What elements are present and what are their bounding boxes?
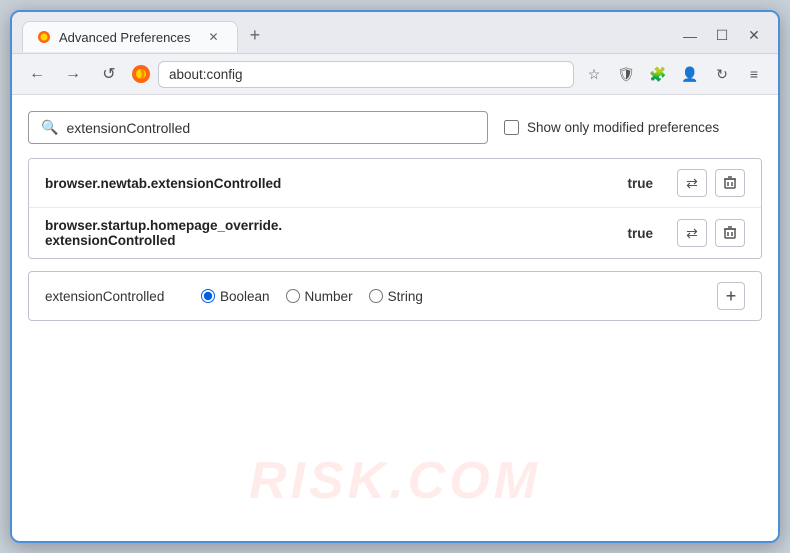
- reload-button[interactable]: ↺: [94, 59, 124, 89]
- pref-name-line2: extensionControlled: [45, 233, 176, 248]
- address-text: about:config: [169, 67, 243, 82]
- toolbar-icons: ☆ 🛡 🧩 👤 ↻ ≡: [580, 60, 768, 88]
- table-row: browser.newtab.extensionControlled true …: [29, 159, 761, 208]
- bookmark-icon[interactable]: ☆: [580, 60, 608, 88]
- reset-button[interactable]: ⇄: [677, 169, 707, 197]
- modified-only-text: Show only modified preferences: [527, 120, 719, 135]
- content-area: RISK.COM 🔍 Show only modified preference…: [12, 95, 778, 541]
- title-bar: Advanced Preferences ✕ + — ☐ ✕: [12, 12, 778, 54]
- close-button[interactable]: ✕: [740, 22, 768, 50]
- profile-icon[interactable]: 👤: [676, 60, 704, 88]
- tab-close-button[interactable]: ✕: [205, 28, 223, 46]
- boolean-label: Boolean: [220, 289, 270, 304]
- minimize-button[interactable]: —: [676, 22, 704, 50]
- modified-only-checkbox[interactable]: [504, 120, 519, 135]
- forward-button[interactable]: →: [58, 59, 88, 89]
- radio-group: Boolean Number String: [201, 289, 701, 304]
- string-label: String: [388, 289, 423, 304]
- add-preference-button[interactable]: +: [717, 282, 745, 310]
- search-icon: 🔍: [41, 119, 58, 136]
- number-label: Number: [305, 289, 353, 304]
- pref-value: true: [627, 226, 653, 241]
- modified-only-label[interactable]: Show only modified preferences: [504, 120, 719, 135]
- pref-name-line1: browser.startup.homepage_override.: [45, 218, 282, 233]
- string-radio[interactable]: [369, 289, 383, 303]
- watermark: RISK.COM: [249, 451, 541, 511]
- table-row: browser.startup.homepage_override. exten…: [29, 208, 761, 258]
- row-actions: ⇄: [677, 219, 745, 247]
- back-button[interactable]: ←: [22, 59, 52, 89]
- row-actions: ⇄: [677, 169, 745, 197]
- firefox-logo: [130, 63, 152, 85]
- search-row: 🔍 Show only modified preferences: [28, 111, 762, 144]
- tab-label: Advanced Preferences: [59, 30, 191, 45]
- boolean-option[interactable]: Boolean: [201, 289, 270, 304]
- boolean-radio[interactable]: [201, 289, 215, 303]
- menu-icon[interactable]: ≡: [740, 60, 768, 88]
- number-radio[interactable]: [286, 289, 300, 303]
- pref-value: true: [627, 176, 653, 191]
- preference-search-container[interactable]: 🔍: [28, 111, 488, 144]
- reset-button[interactable]: ⇄: [677, 219, 707, 247]
- pref-name: browser.startup.homepage_override. exten…: [45, 218, 627, 248]
- delete-button[interactable]: [715, 219, 745, 247]
- search-input[interactable]: [66, 120, 475, 136]
- tab-favicon: [37, 30, 51, 44]
- address-bar[interactable]: about:config: [158, 61, 574, 88]
- sync-icon[interactable]: ↻: [708, 60, 736, 88]
- new-pref-name: extensionControlled: [45, 289, 185, 304]
- pref-name: browser.newtab.extensionControlled: [45, 176, 627, 191]
- shield-icon[interactable]: 🛡: [612, 60, 640, 88]
- number-option[interactable]: Number: [286, 289, 353, 304]
- new-preference-row: extensionControlled Boolean Number Strin…: [28, 271, 762, 321]
- nav-bar: ← → ↺ about:config ☆ 🛡 🧩 👤 ↻ ≡: [12, 54, 778, 95]
- browser-window: Advanced Preferences ✕ + — ☐ ✕ ← → ↺ abo…: [10, 10, 780, 543]
- new-tab-button[interactable]: +: [242, 23, 269, 48]
- string-option[interactable]: String: [369, 289, 423, 304]
- delete-button[interactable]: [715, 169, 745, 197]
- results-table: browser.newtab.extensionControlled true …: [28, 158, 762, 259]
- extensions-icon[interactable]: 🧩: [644, 60, 672, 88]
- window-controls: — ☐ ✕: [676, 22, 768, 50]
- maximize-button[interactable]: ☐: [708, 22, 736, 50]
- browser-tab[interactable]: Advanced Preferences ✕: [22, 21, 238, 52]
